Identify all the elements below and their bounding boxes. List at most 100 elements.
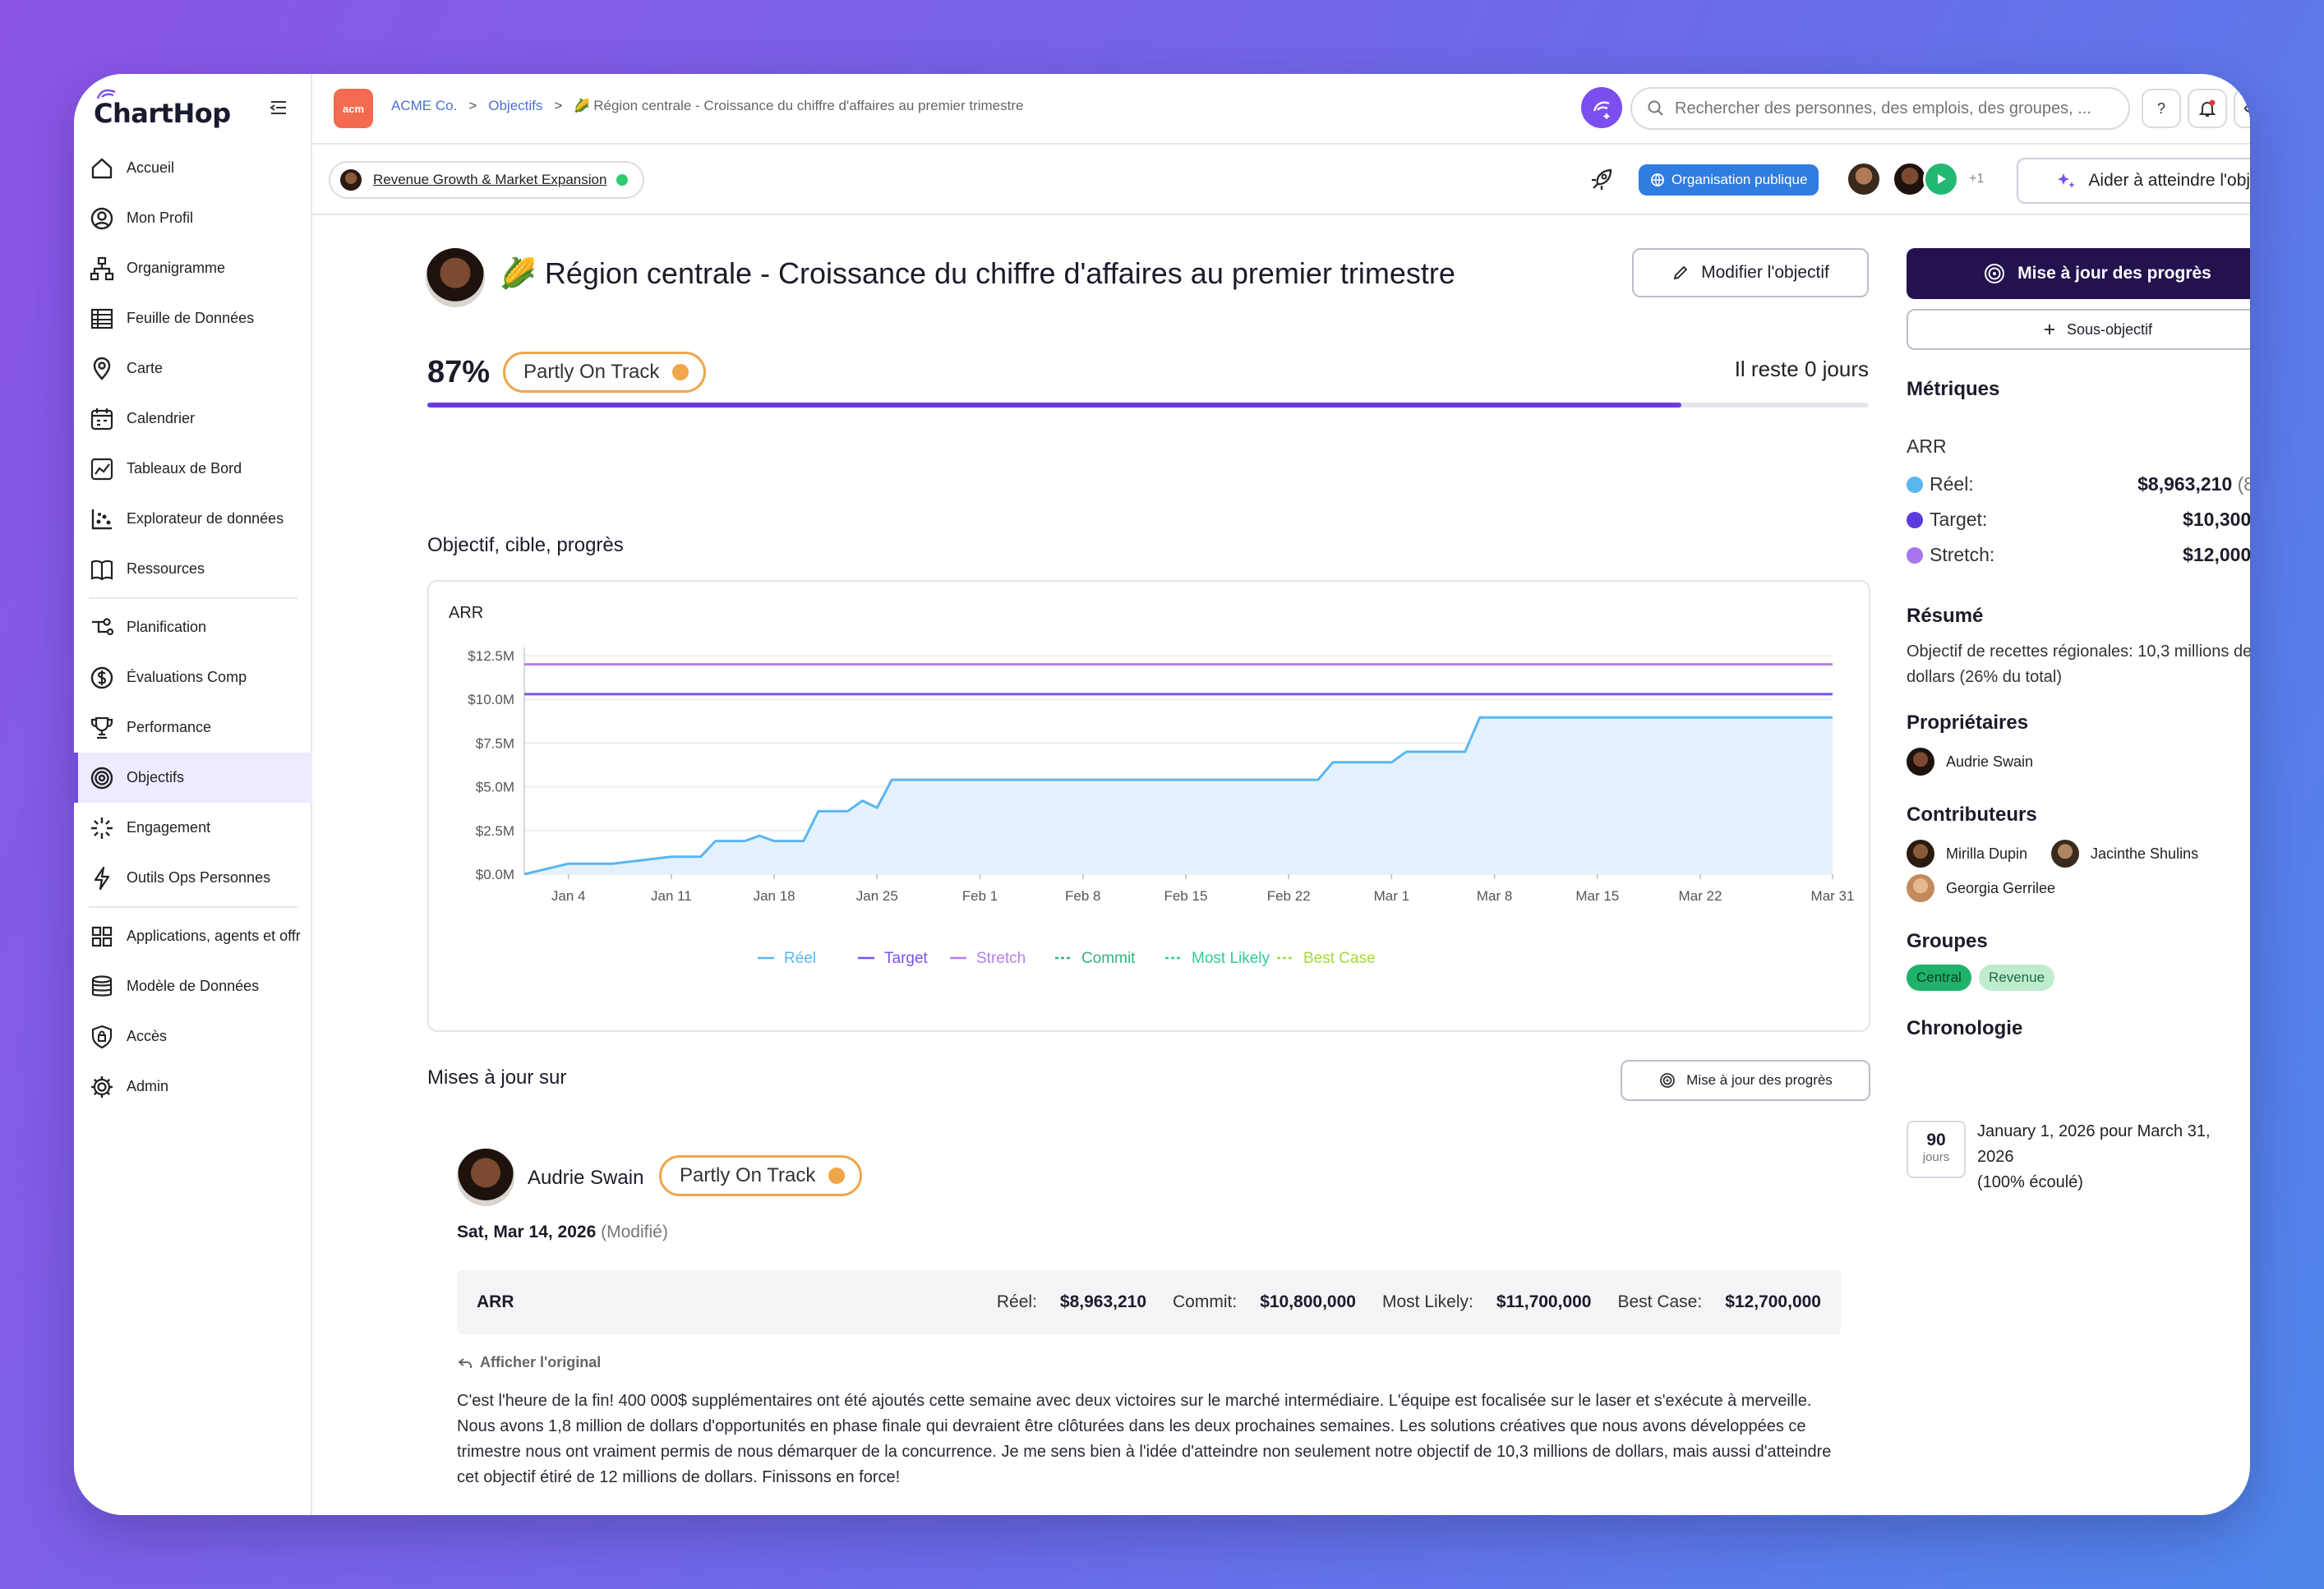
goal-main: 🌽 Région centrale - Croissance du chiffr… (312, 215, 1875, 1515)
org-chart-icon (90, 256, 114, 280)
metric-value-commit: $10,800,000 (1260, 1292, 1356, 1311)
sidebar-item-outils-ops-personnes[interactable]: Outils Ops Personnes (74, 853, 312, 903)
sidebar-item-planification[interactable]: Planification (74, 602, 312, 652)
y-tick-label: $7.5M (476, 735, 514, 751)
sidebar-item-modele-de-donnees[interactable]: Modèle de Données (74, 961, 312, 1011)
sidebar-item-label: Accès (127, 1028, 168, 1044)
owners-heading: Propriétaires (1907, 712, 2029, 734)
dollar-icon (90, 666, 113, 689)
sparkle-icon (91, 817, 113, 839)
sidebar-item-label: Explorateur de données (127, 510, 284, 527)
progress-bar-fill (427, 403, 1681, 408)
chart-title: ARR (449, 604, 483, 622)
rocket-icon[interactable] (1588, 166, 1616, 194)
status-label: Partly On Track (680, 1164, 816, 1186)
sidebar-item-carte[interactable]: Carte (74, 343, 312, 394)
sidebar-item-label: Performance (127, 719, 212, 735)
ai-assistant-icon (1593, 101, 1611, 119)
summary-text: Objectif de recettes régionales: 10,3 mi… (1907, 643, 2250, 686)
book-icon (90, 560, 113, 580)
sidebar-item-tableaux-de-bord[interactable]: Tableaux de Bord (74, 444, 312, 494)
goal-owner-avatar[interactable] (426, 248, 485, 307)
sidebar-item-acces[interactable]: Accès (74, 1011, 312, 1062)
contributor-item[interactable]: Jacinthe Shulins (2051, 840, 2198, 868)
visibility-badge[interactable]: Organisation publique (1639, 164, 1819, 196)
sidebar-item-objectifs[interactable]: Objectifs (74, 753, 312, 803)
play-icon (1938, 174, 1946, 184)
sidebar-item-mon-profil[interactable]: Mon Profil (74, 193, 312, 243)
org-logo[interactable]: acm (334, 89, 373, 128)
x-tick-label: Jan 11 (651, 888, 692, 904)
update-date-value: Sat, Mar 14, 2026 (457, 1223, 597, 1241)
help-achieve-goal-button[interactable]: Aider à atteindre l'objectif (2017, 158, 2250, 204)
sidebar-item-organigramme[interactable]: Organigramme (74, 243, 312, 293)
summary-heading: Résumé (1907, 605, 1984, 627)
add-subgoal-button[interactable]: Sous-objectif (1907, 309, 2250, 350)
breadcrumb-org[interactable]: ACME Co. (391, 98, 457, 114)
sidebar-item-accueil[interactable]: Accueil (74, 143, 312, 193)
contributor-item[interactable]: Mirilla Dupin (1907, 840, 2027, 868)
update-progress-button-secondary[interactable]: Mise à jour des progrès (1621, 1060, 1870, 1101)
sidebar-item-applications[interactable]: Applications, agents et offr (74, 911, 312, 961)
update-author-name[interactable]: Audrie Swain (528, 1167, 643, 1190)
x-tick-label: Mar 22 (1679, 888, 1722, 904)
search-bar[interactable] (1630, 87, 2130, 130)
goal-title: 🌽 Région centrale - Croissance du chiffr… (500, 256, 1455, 291)
sidebar-divider (89, 597, 297, 599)
sidebar-item-feuille-de-donnees[interactable]: Feuille de Données (74, 293, 312, 343)
x-tick-label: Feb 15 (1164, 888, 1207, 904)
metric-target: Target: $10,300,000 (1907, 509, 2250, 531)
goal-details-panel: Mise à jour des progrès Sous-objectif Mé… (1875, 215, 2250, 1515)
update-author-avatar[interactable] (457, 1149, 514, 1206)
view-as-button[interactable] (2234, 89, 2250, 128)
sidebar-item-calendrier[interactable]: Calendrier (74, 394, 312, 444)
metric-label-most-likely: Most Likely: (1381, 1292, 1473, 1311)
parent-goal-pill[interactable]: Revenue Growth & Market Expansion (329, 161, 645, 199)
sidebar-item-performance[interactable]: Performance (74, 702, 312, 753)
sidebar-item-label: Ressources (127, 560, 205, 577)
show-original-link[interactable]: Afficher l'original (457, 1354, 601, 1371)
metric-label: Stretch: (1930, 544, 1995, 565)
search-input[interactable] (1675, 99, 2119, 118)
breadcrumb-separator: > (554, 98, 563, 113)
contributor-name: Jacinthe Shulins (2091, 845, 2199, 862)
contributors-heading: Contributeurs (1907, 804, 2037, 826)
plus-icon (2044, 325, 2054, 334)
stretch-color-dot (1907, 546, 1923, 564)
group-tag[interactable]: Revenue (1979, 965, 2055, 991)
help-button[interactable]: ? (2142, 89, 2181, 128)
sidebar-item-explorateur-de-donnees[interactable]: Explorateur de données (74, 494, 312, 544)
ai-assistant-button[interactable] (1581, 87, 1622, 128)
edit-goal-button[interactable]: Modifier l'objectif (1632, 248, 1869, 297)
charthop-logo[interactable]: ChartHop (94, 89, 231, 138)
shared-with-avatars[interactable]: +1 (1846, 161, 1984, 197)
metric-label-commit: Commit: (1173, 1292, 1238, 1311)
owner-item[interactable]: Audrie Swain (1907, 748, 2033, 776)
collapse-sidebar-icon[interactable] (268, 97, 289, 118)
notifications-button[interactable] (2188, 89, 2227, 128)
series-area-reel (524, 717, 1833, 874)
legend-label: Commit (1081, 950, 1136, 967)
timeline-days: 90 (1926, 1131, 1946, 1149)
update-progress-button[interactable]: Mise à jour des progrès (1907, 248, 2250, 299)
sidebar-item-ressources[interactable]: Ressources (74, 544, 312, 594)
update-date: Sat, Mar 14, 2026 (Modifié) (457, 1223, 668, 1242)
status-badge[interactable]: Partly On Track (503, 352, 707, 393)
pencil-icon (1673, 265, 1688, 280)
bolt-icon (94, 866, 110, 890)
breadcrumb-objectifs[interactable]: Objectifs (488, 98, 542, 114)
sidebar-item-evaluations-comp[interactable]: Évaluations Comp (74, 652, 312, 702)
contributor-item[interactable]: Georgia Gerrilee (1907, 874, 2055, 902)
update-modified-label: (Modifié) (601, 1223, 668, 1241)
sidebar-item-label: Mon Profil (127, 210, 194, 226)
metric-value: $12,000,000 (2183, 544, 2250, 565)
progress-bar (427, 403, 1869, 408)
legend-label: Stretch (976, 950, 1026, 967)
sidebar-item-label: Applications, agents et offr (127, 928, 301, 944)
group-tag[interactable]: Central (1907, 965, 1971, 991)
timeline-text: January 1, 2026 pour March 31, 2026 (100… (1977, 1119, 2250, 1195)
sidebar-item-engagement[interactable]: Engagement (74, 803, 312, 853)
bell-icon (2198, 99, 2216, 117)
sidebar-item-admin[interactable]: Admin (74, 1062, 312, 1112)
legend-label: Best Case (1303, 950, 1376, 967)
